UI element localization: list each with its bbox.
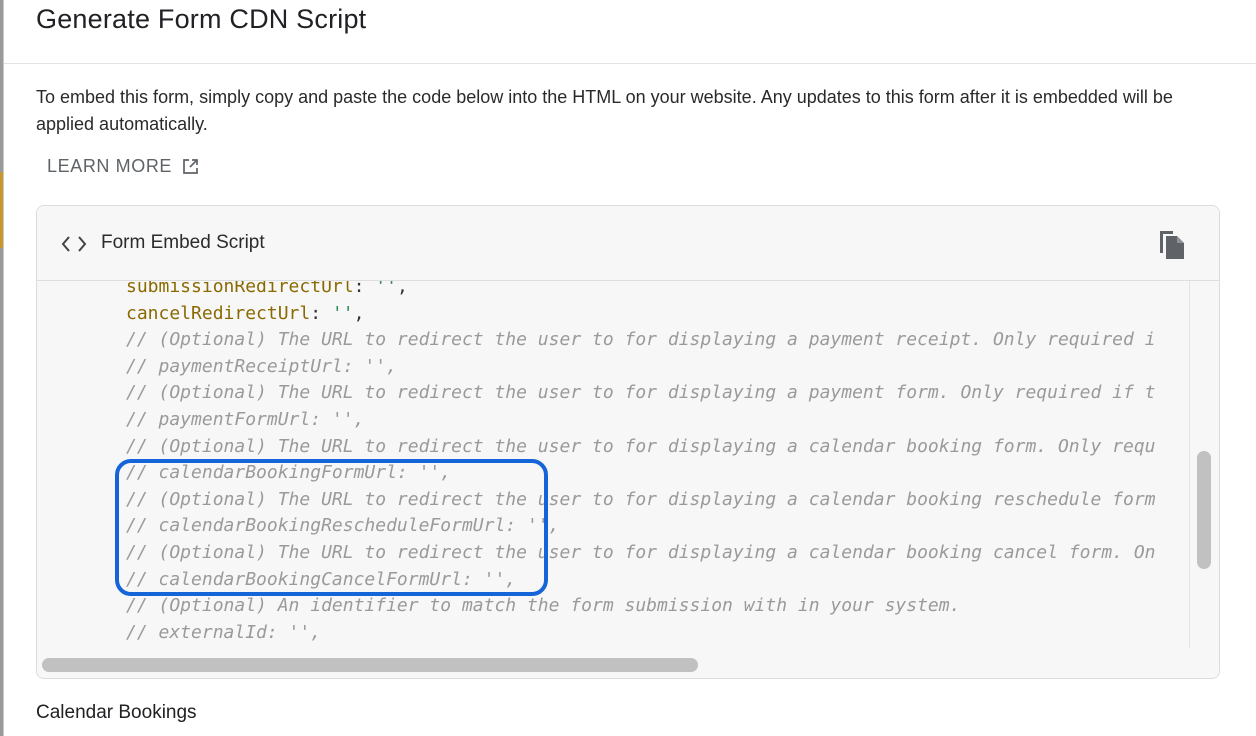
code-comment: // externalId: '', <box>126 621 322 643</box>
code-line: submissionRedirectUrl: '', <box>126 281 408 300</box>
code-line: // calendarBookingFormUrl: '', <box>126 460 451 486</box>
external-link-icon <box>182 158 199 175</box>
code-line: // (Optional) The URL to redirect the us… <box>126 434 1156 460</box>
code-brackets-icon <box>60 234 88 259</box>
code-comment: // (Optional) The URL to redirect the us… <box>126 542 1156 563</box>
code-string: '' <box>375 281 397 297</box>
code-punctuation: , <box>396 281 408 297</box>
embed-description: To embed this form, simply copy and past… <box>36 87 1173 134</box>
modal-header: Generate Form CDN Script <box>4 0 1256 64</box>
code-punctuation: : <box>310 302 332 324</box>
code-comment: // paymentFormUrl: '', <box>126 409 365 430</box>
code-line: // (Optional) The URL to redirect the us… <box>126 487 1156 513</box>
modal-title: Generate Form CDN Script <box>36 4 367 34</box>
code-line: // (Optional) The URL to redirect the us… <box>126 540 1156 566</box>
code-comment: // (Optional) The URL to redirect the us… <box>126 382 1156 404</box>
code-line: // (Optional) The URL to redirect the us… <box>126 327 1156 353</box>
code-line: // calendarBookingCancelFormUrl: '', <box>126 567 516 593</box>
code-viewport[interactable]: submissionRedirectUrl: '', cancelRedirect… <box>37 281 1190 648</box>
learn-more-link[interactable]: LEARN MORE <box>47 156 199 177</box>
learn-more-label: LEARN MORE <box>47 156 173 176</box>
code-comment: // paymentReceiptUrl: '', <box>126 355 397 377</box>
code-property: cancelRedirectUrl <box>126 302 311 324</box>
vertical-scrollbar-thumb[interactable] <box>1197 451 1211 569</box>
code-comment: // (Optional) The URL to redirect the us… <box>126 488 1156 510</box>
code-comment: // calendarBookingCancelFormUrl: '', <box>126 568 517 590</box>
code-line: // paymentFormUrl: '', <box>126 407 364 433</box>
code-punctuation: , <box>353 302 365 324</box>
script-card-header: Form Embed Script <box>37 206 1219 281</box>
code-punctuation: : <box>353 281 376 297</box>
form-embed-script-card: Form Embed Script submissionRedirectUrl:… <box>36 205 1220 679</box>
code-line: // (Optional) The URL to redirect the us… <box>126 380 1156 406</box>
code-line: // externalId: '', <box>126 620 321 646</box>
horizontal-scrollbar[interactable] <box>37 649 1219 678</box>
script-card-title: Form Embed Script <box>101 232 265 253</box>
code-property: submissionRedirectUrl <box>126 281 354 297</box>
code-comment: // (Optional) The URL to redirect the us… <box>126 329 1156 351</box>
code-comment: // calendarBookingRescheduleFormUrl: '', <box>126 515 560 537</box>
calendar-bookings-heading: Calendar Bookings <box>36 702 197 723</box>
code-line: cancelRedirectUrl: '', <box>126 301 364 327</box>
code-comment: // calendarBookingFormUrl: '', <box>126 462 452 484</box>
code-string: '' <box>331 302 354 324</box>
code-comment: // (Optional) An identifier to match the… <box>126 595 961 617</box>
code-line: // paymentReceiptUrl: '', <box>126 354 397 380</box>
code-comment: // (Optional) The URL to redirect the us… <box>126 435 1156 457</box>
cdn-script-modal: Generate Form CDN Script To embed this f… <box>3 0 1256 736</box>
code-line: // calendarBookingRescheduleFormUrl: '', <box>126 513 559 539</box>
vertical-scrollbar[interactable] <box>1190 281 1219 648</box>
code-line: // (Optional) An identifier to match the… <box>126 593 960 619</box>
horizontal-scrollbar-thumb[interactable] <box>42 658 698 672</box>
copy-icon[interactable] <box>1155 226 1187 262</box>
